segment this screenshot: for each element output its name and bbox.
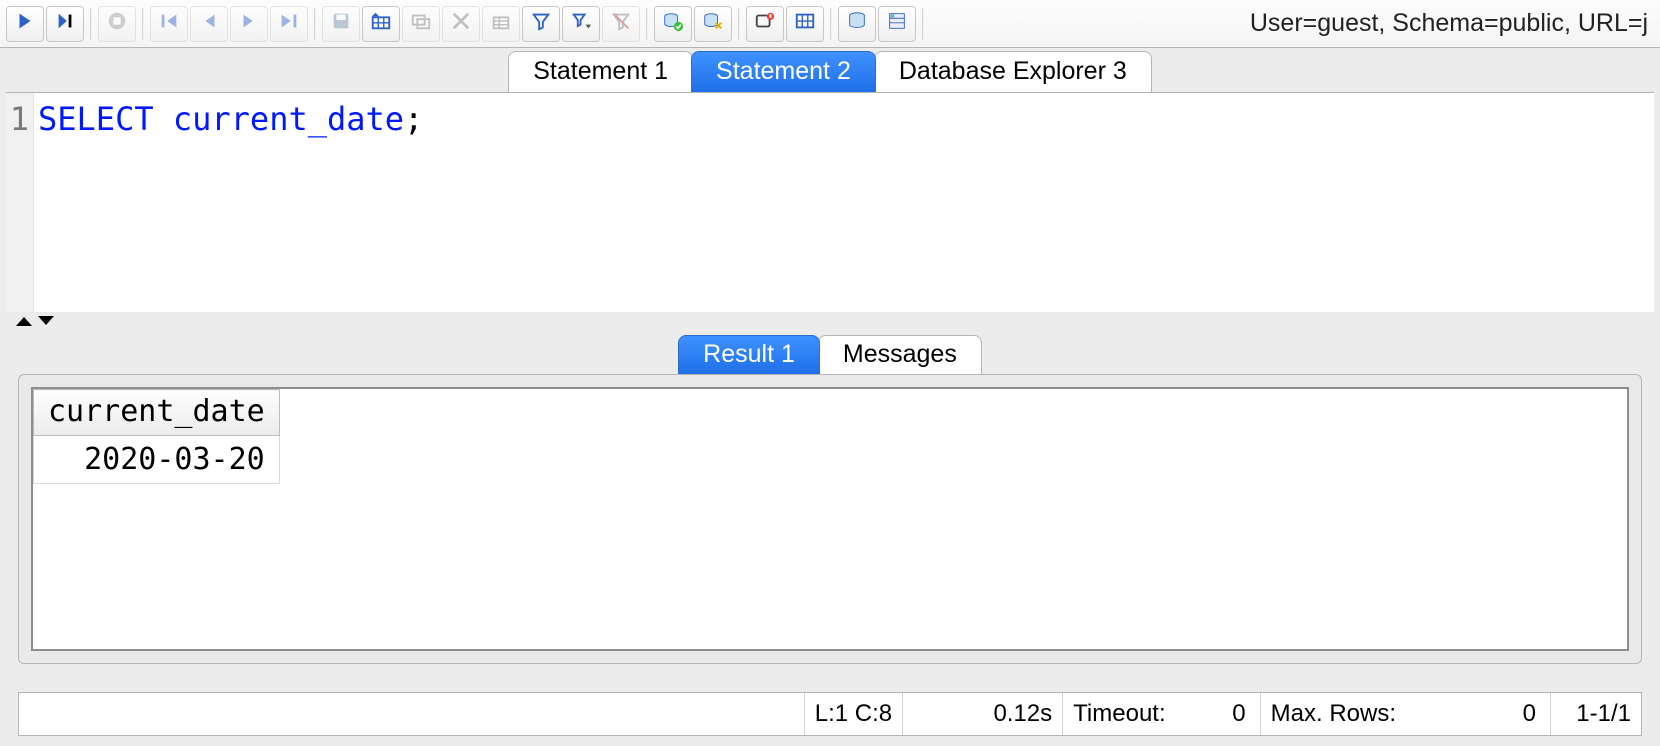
- select-columns-button[interactable]: [786, 6, 824, 42]
- result-table: current_date 2020-03-20: [33, 389, 280, 484]
- last-record-button[interactable]: [270, 6, 308, 42]
- db-icon: [846, 10, 868, 37]
- delete-row-button[interactable]: [442, 6, 480, 42]
- toolbar-separator: [738, 8, 740, 40]
- db-rollback-button[interactable]: [694, 6, 732, 42]
- line-number: 1: [6, 99, 29, 139]
- last-record-icon: [278, 10, 300, 37]
- column-header[interactable]: current_date: [34, 390, 280, 436]
- save-icon: [330, 10, 352, 37]
- sql-identifier: current_date: [173, 100, 404, 138]
- splitter-down-icon: [36, 312, 56, 333]
- autocommit-icon: [754, 10, 776, 37]
- autocommit-button[interactable]: [746, 6, 784, 42]
- tab-result-1[interactable]: Result 1: [678, 335, 820, 374]
- db-button[interactable]: [838, 6, 876, 42]
- tab-statement-2[interactable]: Statement 2: [691, 51, 876, 92]
- tab-messages[interactable]: Messages: [818, 335, 982, 374]
- editor-gutter: 1: [6, 93, 34, 312]
- edit-lock-button[interactable]: [482, 6, 520, 42]
- connection-info: User=guest, Schema=public, URL=j: [1250, 9, 1654, 38]
- result-tab-strip: Result 1 Messages: [18, 334, 1642, 374]
- db-commit-button[interactable]: [654, 6, 692, 42]
- status-exec-time: 0.12s: [903, 693, 1063, 735]
- next-record-icon: [238, 10, 260, 37]
- tab-statement-1[interactable]: Statement 1: [508, 51, 693, 92]
- status-spacer: [19, 693, 805, 735]
- first-record-icon: [158, 10, 180, 37]
- sql-terminator: ;: [404, 100, 423, 138]
- toolbar-separator: [830, 8, 832, 40]
- run-icon: [14, 10, 36, 37]
- first-record-button[interactable]: [150, 6, 188, 42]
- timeout-label: Timeout:: [1073, 700, 1165, 728]
- table-row[interactable]: 2020-03-20: [34, 436, 280, 484]
- insert-row-button[interactable]: [362, 6, 400, 42]
- sql-editor[interactable]: 1 SELECT current_date;: [6, 92, 1654, 312]
- stop-icon: [106, 10, 128, 37]
- db-rollback-icon: [702, 10, 724, 37]
- tab-database-explorer-3[interactable]: Database Explorer 3: [874, 51, 1152, 92]
- copy-row-icon: [410, 10, 432, 37]
- stop-button[interactable]: [98, 6, 136, 42]
- run-to-cursor-button[interactable]: [46, 6, 84, 42]
- delete-row-icon: [450, 10, 472, 37]
- db-commit-icon: [662, 10, 684, 37]
- clear-filter-icon: [610, 10, 632, 37]
- status-bar: L:1 C:8 0.12s Timeout: Max. Rows: 1-1/1: [18, 692, 1642, 736]
- status-cursor: L:1 C:8: [805, 693, 903, 735]
- filter-dropdown-icon: [570, 10, 592, 37]
- filter-button[interactable]: [522, 6, 560, 42]
- main-toolbar: User=guest, Schema=public, URL=j: [0, 0, 1660, 48]
- toolbar-separator: [646, 8, 648, 40]
- filter-dropdown-button[interactable]: [562, 6, 600, 42]
- sql-code[interactable]: SELECT current_date;: [34, 93, 1654, 312]
- toolbar-separator: [142, 8, 144, 40]
- select-columns-icon: [794, 10, 816, 37]
- run-button[interactable]: [6, 6, 44, 42]
- copy-row-button[interactable]: [402, 6, 440, 42]
- editor-result-splitter[interactable]: [0, 312, 1660, 332]
- edit-lock-icon: [490, 10, 512, 37]
- cell-value[interactable]: 2020-03-20: [34, 436, 280, 484]
- prev-record-icon: [198, 10, 220, 37]
- filter-icon: [530, 10, 552, 37]
- run-to-cursor-icon: [54, 10, 76, 37]
- toolbar-separator: [922, 8, 924, 40]
- splitter-up-icon: [14, 312, 34, 333]
- maxrows-input[interactable]: [1400, 700, 1540, 728]
- result-grid[interactable]: current_date 2020-03-20: [31, 387, 1629, 651]
- insert-row-icon: [370, 10, 392, 37]
- table-header-row: current_date: [34, 390, 280, 436]
- sql-keyword: SELECT: [38, 100, 154, 138]
- properties-icon: [886, 10, 908, 37]
- status-row-range: 1-1/1: [1551, 693, 1641, 735]
- maxrows-label: Max. Rows:: [1271, 700, 1396, 728]
- toolbar-separator: [90, 8, 92, 40]
- result-panel: current_date 2020-03-20: [18, 374, 1642, 664]
- next-record-button[interactable]: [230, 6, 268, 42]
- toolbar-separator: [314, 8, 316, 40]
- save-button[interactable]: [322, 6, 360, 42]
- editor-tab-strip: Statement 1 Statement 2 Database Explore…: [0, 48, 1660, 92]
- status-timeout: Timeout:: [1063, 693, 1260, 735]
- prev-record-button[interactable]: [190, 6, 228, 42]
- properties-button[interactable]: [878, 6, 916, 42]
- status-maxrows: Max. Rows:: [1261, 693, 1551, 735]
- timeout-input[interactable]: [1170, 700, 1250, 728]
- clear-filter-button[interactable]: [602, 6, 640, 42]
